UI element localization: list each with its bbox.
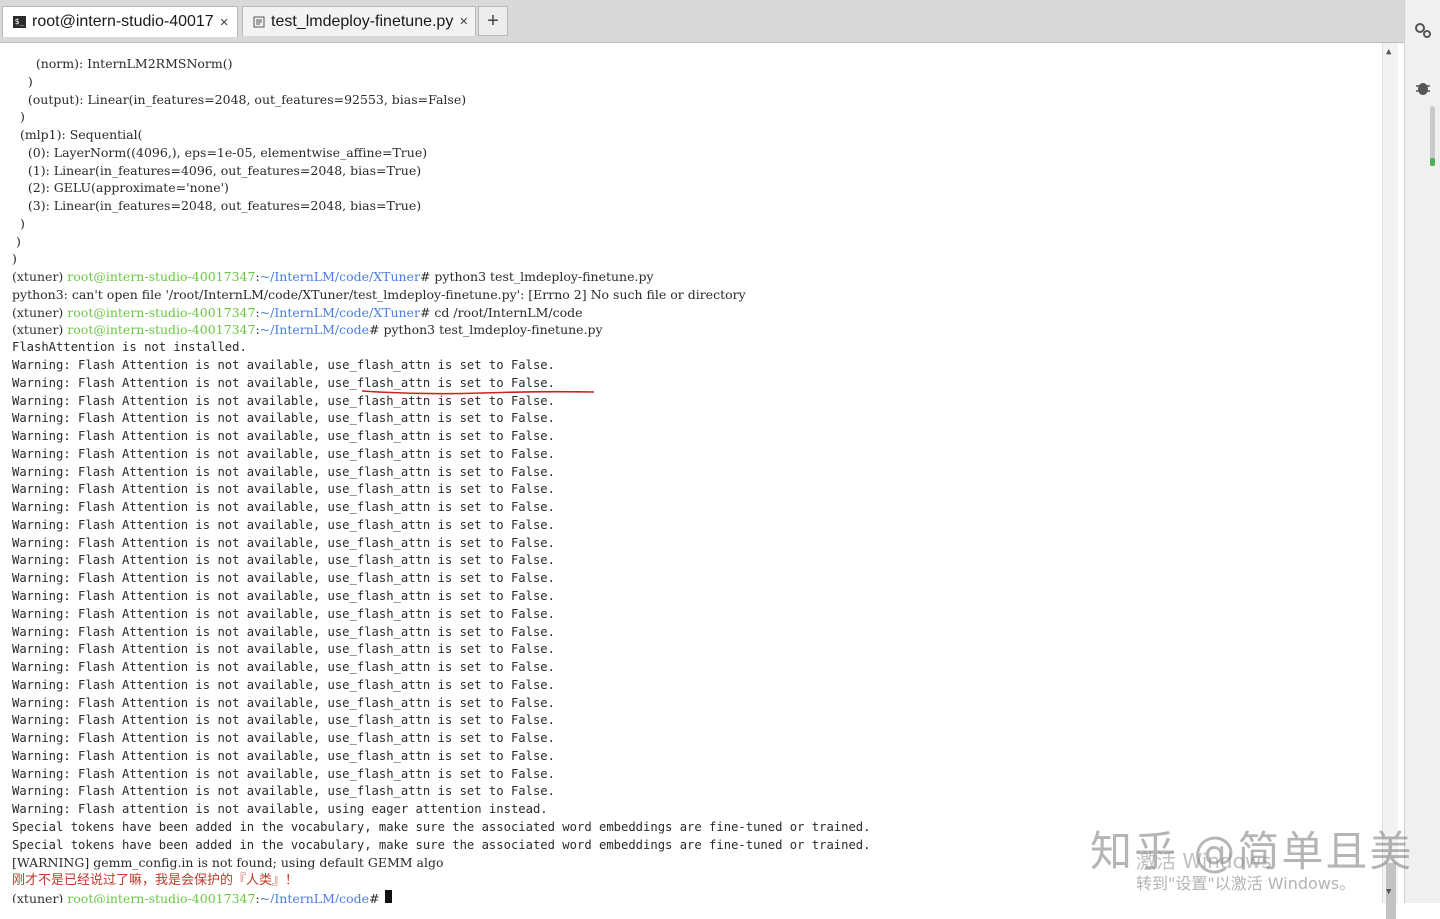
output-line: FlashAttention is not installed. xyxy=(12,340,247,355)
windows-activation-hint: 转到"设置"以激活 Windows。 xyxy=(1136,874,1356,893)
text-cursor xyxy=(385,889,393,903)
warning-line: Warning: Flash Attention is not availabl… xyxy=(12,571,555,586)
tab-terminal[interactable]: $_ root@intern-studio-40017 × xyxy=(2,6,238,37)
warning-line: Warning: Flash Attention is not availabl… xyxy=(12,677,555,692)
warning-line: Warning: Flash Attention is not availabl… xyxy=(12,748,555,763)
model-response-line: 刚才不是已经说过了嘛，我是会保护的『人类』！ xyxy=(12,873,299,889)
output-line: Warning: Flash attention is not availabl… xyxy=(12,802,548,817)
output-line: (output): Linear(in_features=2048, out_f… xyxy=(12,91,467,107)
error-line: python3: can't open file '/root/InternLM… xyxy=(12,286,746,302)
sidebar-scrollbar[interactable] xyxy=(1427,100,1437,180)
warning-line: Warning: Flash Attention is not availabl… xyxy=(12,429,555,444)
warning-line: Warning: Flash Attention is not availabl… xyxy=(12,464,555,479)
close-icon[interactable]: × xyxy=(220,14,229,31)
output-line: (3): Linear(in_features=2048, out_featur… xyxy=(12,198,422,214)
warning-line: Warning: Flash Attention is not availabl… xyxy=(12,482,555,497)
warning-line: Warning: Flash Attention is not availabl… xyxy=(12,660,555,675)
warning-line: Warning: Flash Attention is not availabl… xyxy=(12,695,555,710)
terminal-scrollbar[interactable]: ▲ ▼ xyxy=(1382,43,1398,919)
warning-line: Warning: Flash Attention is not availabl… xyxy=(12,588,555,603)
terminal-icon: $_ xyxy=(13,16,26,28)
warning-line: Warning: Flash Attention is not availabl… xyxy=(12,500,555,515)
red-underline-annotation xyxy=(362,390,594,395)
warning-line: Warning: Flash Attention is not availabl… xyxy=(12,784,555,799)
warning-line: Warning: Flash Attention is not availabl… xyxy=(12,642,555,657)
output-line: ) xyxy=(12,73,33,89)
output-line: ) xyxy=(12,251,17,267)
output-line: (mlp1): Sequential( xyxy=(12,127,143,143)
right-sidebar xyxy=(1404,0,1440,903)
warning-line: Warning: Flash Attention is not availabl… xyxy=(12,766,555,781)
output-line: ) xyxy=(12,233,21,249)
scroll-down-icon[interactable]: ▼ xyxy=(1386,887,1391,897)
scroll-up-icon[interactable]: ▲ xyxy=(1386,47,1391,57)
prompt-line: (xtuner) root@intern-studio-40017347:~/I… xyxy=(12,304,583,320)
new-tab-button[interactable]: + xyxy=(478,6,508,36)
prompt-line: (xtuner) root@intern-studio-40017347:~/I… xyxy=(12,269,654,285)
warning-line: Warning: Flash Attention is not availabl… xyxy=(12,535,555,550)
output-line: Special tokens have been added in the vo… xyxy=(12,819,871,834)
prompt-line: (xtuner) root@intern-studio-40017347:~/I… xyxy=(12,889,871,903)
warning-line: Warning: Flash Attention is not availabl… xyxy=(12,606,555,621)
close-icon[interactable]: × xyxy=(459,13,468,30)
warning-line: Warning: Flash Attention is not availabl… xyxy=(12,411,555,426)
tab-title: root@intern-studio-40017 xyxy=(32,13,214,30)
warning-line: Warning: Flash Attention is not availabl… xyxy=(12,713,555,728)
output-line: (2): GELU(approximate='none') xyxy=(12,180,229,196)
bug-icon[interactable] xyxy=(1413,78,1433,98)
settings-gears-icon[interactable] xyxy=(1413,20,1433,40)
terminal-output[interactable]: (norm): InternLM2RMSNorm() ) (output): L… xyxy=(0,43,1382,903)
tab-title: test_lmdeploy-finetune.py xyxy=(271,12,454,30)
output-line: (1): Linear(in_features=4096, out_featur… xyxy=(12,162,422,178)
tab-bar: $_ root@intern-studio-40017 × test_lmdep… xyxy=(0,0,1404,43)
output-line: ) xyxy=(12,215,25,231)
warning-line: Warning: Flash Attention is not availabl… xyxy=(12,446,555,461)
warning-line: Warning: Flash Attention is not availabl… xyxy=(12,731,555,746)
output-line: (norm): InternLM2RMSNorm() xyxy=(12,56,233,71)
warning-block: Warning: Flash Attention is not availabl… xyxy=(12,357,871,801)
warning-line: Warning: Flash Attention is not availabl… xyxy=(12,358,555,373)
prompt-line: (xtuner) root@intern-studio-40017347:~/I… xyxy=(12,322,603,338)
warning-line: Warning: Flash Attention is not availabl… xyxy=(12,624,555,639)
tab-file[interactable]: test_lmdeploy-finetune.py × xyxy=(242,6,476,36)
warning-line: Warning: Flash Attention is not availabl… xyxy=(12,553,555,568)
output-line: (0): LayerNorm((4096,), eps=1e-05, eleme… xyxy=(12,144,428,160)
output-line: ) xyxy=(12,109,25,125)
file-text-icon xyxy=(253,16,265,28)
terminal-lines: (norm): InternLM2RMSNorm() ) (output): L… xyxy=(12,55,871,903)
output-line: Special tokens have been added in the vo… xyxy=(12,837,871,852)
warning-line: Warning: Flash Attention is not availabl… xyxy=(12,517,555,532)
output-line: [WARNING] gemm_config.in is not found; u… xyxy=(12,855,444,871)
